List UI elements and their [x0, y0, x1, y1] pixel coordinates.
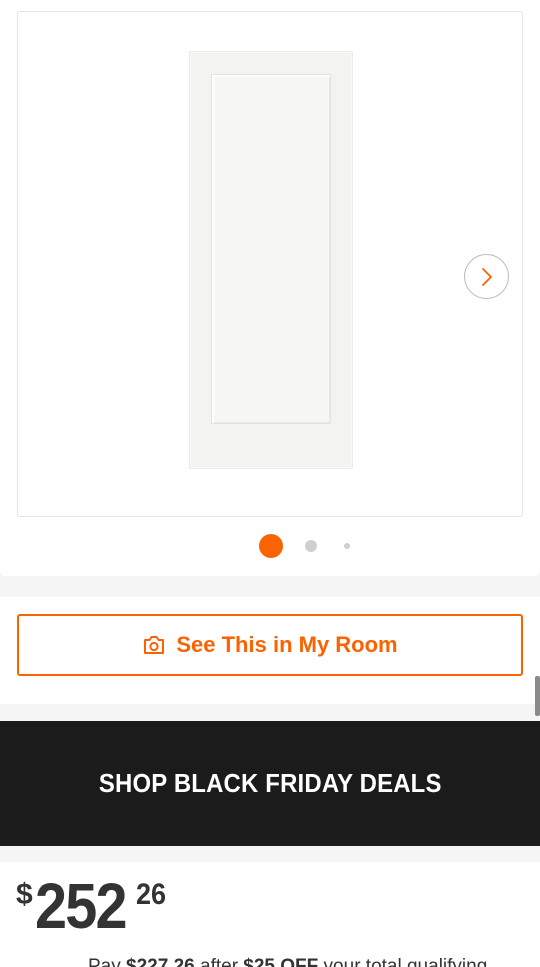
price-dollars: 252 [35, 870, 127, 942]
black-friday-banner-label: SHOP BLACK FRIDAY DEALS [98, 768, 442, 798]
offer-discount: $25 OFF [243, 956, 319, 967]
see-in-my-room-label: See This in My Room [176, 632, 398, 657]
offer-prefix: Pay [88, 956, 127, 967]
chevron-right-icon [481, 267, 492, 286]
product-page: See This in My Room SHOP BLACK FRIDAY DE… [0, 0, 540, 967]
card-offer-text: Pay $227.26 after $25 OFF your total qua… [88, 956, 487, 967]
carousel-dot[interactable] [305, 540, 317, 552]
see-in-room-section: See This in My Room [0, 597, 540, 704]
price-currency-symbol: $ [16, 878, 33, 911]
carousel-dot[interactable] [344, 543, 350, 549]
product-image-gallery [0, 0, 540, 576]
door-product-image [189, 51, 353, 469]
carousel-dot-active[interactable] [259, 534, 283, 558]
price-section: $ 252 26 Pay $227.26 after $25 OFF your … [0, 862, 540, 967]
carousel-pagination [0, 533, 540, 558]
door-panel [211, 74, 331, 424]
offer-middle: after [194, 956, 244, 967]
next-image-button[interactable] [464, 254, 509, 299]
see-in-my-room-button[interactable]: See This in My Room [17, 614, 523, 676]
product-image-frame[interactable] [17, 11, 523, 517]
camera-icon [144, 636, 165, 654]
offer-amount: $227.26 [126, 956, 195, 967]
price-cents: 26 [136, 878, 167, 911]
offer-suffix: your total qualifying [318, 956, 488, 967]
scrollbar-thumb[interactable] [535, 676, 540, 716]
black-friday-banner[interactable]: SHOP BLACK FRIDAY DEALS [0, 721, 540, 846]
